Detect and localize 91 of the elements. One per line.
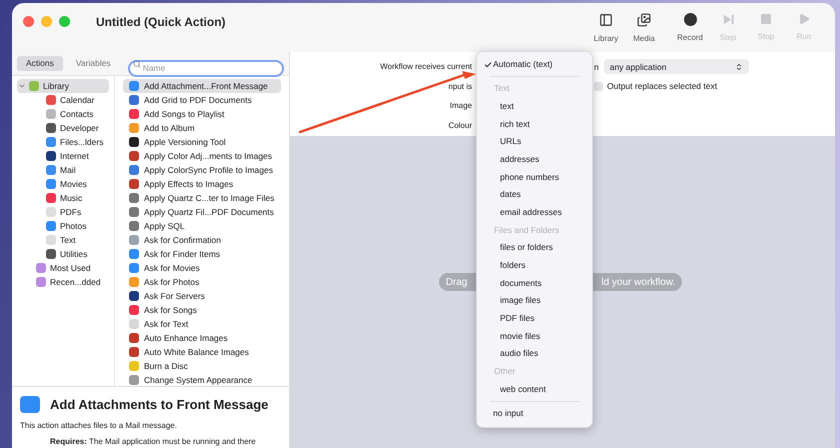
action-item[interactable]: Apple Versioning Tool	[123, 135, 281, 149]
sidebar-icon	[599, 13, 613, 27]
menu-item[interactable]: audio files	[482, 345, 587, 363]
menu-item[interactable]: addresses	[482, 150, 587, 168]
step-icon	[722, 13, 734, 26]
library-item[interactable]: Utilities	[17, 247, 109, 261]
action-item[interactable]: Ask for Movies	[123, 261, 281, 275]
action-item[interactable]: Ask for Confirmation	[123, 233, 281, 247]
menu-section-label: Files and Folders	[493, 224, 560, 237]
action-item[interactable]: Change System Appearance	[123, 373, 281, 387]
run-icon	[798, 13, 810, 25]
action-item[interactable]: Ask for Photos	[123, 275, 281, 289]
action-item[interactable]: Auto White Balance Images	[123, 345, 281, 359]
updown-icon	[734, 62, 743, 71]
field-label: n	[594, 60, 599, 74]
application-select[interactable]: any application	[604, 59, 749, 74]
stop-icon	[760, 13, 772, 25]
menu-item[interactable]: email addresses	[482, 204, 587, 222]
checkbox-label: Output replaces selected text	[607, 80, 718, 93]
menu-item[interactable]: folders	[482, 256, 587, 274]
menu-item[interactable]: movie files	[482, 327, 587, 345]
menu-item[interactable]: rich text	[482, 115, 587, 133]
tab[interactable]: Actions	[17, 56, 63, 71]
action-item[interactable]: Add Attachment...Front Message	[123, 79, 281, 93]
description-title: Add Attachments to Front Message	[50, 396, 268, 414]
tab[interactable]: Variables	[66, 56, 120, 71]
action-item[interactable]: Ask for Songs	[123, 303, 281, 317]
menu-item[interactable]: Automatic (text)	[482, 56, 587, 74]
action-item[interactable]: Ask for Finder Items	[123, 247, 281, 261]
action-item[interactable]: Auto Enhance Images	[123, 331, 281, 345]
checkbox[interactable]	[594, 82, 603, 92]
library-item[interactable]: Photos	[17, 219, 109, 233]
action-item[interactable]: Apply Quartz Fil...PDF Documents	[123, 205, 281, 219]
hint-text: ld your workflow.	[601, 276, 676, 290]
library-item[interactable]: Mail	[17, 163, 109, 177]
window-title: Untitled (Quick Action)	[96, 14, 226, 31]
action-item[interactable]: Ask for Text	[123, 317, 281, 331]
action-item[interactable]: Apply ColorSync Profile to Images	[123, 163, 281, 177]
library-item[interactable]: PDFs	[17, 205, 109, 219]
library-item[interactable]: Text	[17, 233, 109, 247]
menu-item[interactable]: phone numbers	[482, 168, 587, 186]
hint-text: Drag	[446, 276, 468, 290]
action-item[interactable]: Apply Effects to Images	[123, 177, 281, 191]
menu-item[interactable]: image files	[482, 292, 587, 310]
library-item[interactable]: Developer	[17, 121, 109, 135]
library-item[interactable]: Files...lders	[17, 135, 109, 149]
library-item[interactable]: Music	[17, 191, 109, 205]
menu-section-label: Other	[493, 365, 516, 378]
menu-item[interactable]: PDF files	[482, 310, 587, 328]
zoom-button[interactable]	[59, 16, 70, 27]
field-label: Image	[450, 100, 472, 112]
library-item[interactable]: Most Used	[17, 261, 109, 275]
search-field[interactable]: Name	[128, 60, 284, 76]
library-item[interactable]: Library	[17, 79, 109, 93]
field-label: Colour	[448, 120, 472, 132]
action-item[interactable]: Apply Quartz C...ter to Image Files	[123, 191, 281, 205]
library-item[interactable]: Calendar	[17, 93, 109, 107]
menu-item[interactable]: dates	[482, 186, 587, 204]
menu-item[interactable]: web content	[482, 380, 587, 398]
close-button[interactable]	[23, 16, 34, 27]
library-item[interactable]: Contacts	[17, 107, 109, 121]
toolbar-button[interactable]: Library	[587, 13, 625, 45]
action-item[interactable]: Ask For Servers	[123, 289, 281, 303]
library-item[interactable]: Movies	[17, 177, 109, 191]
menu-item[interactable]: text	[482, 97, 587, 116]
action-item[interactable]: Apply SQL	[123, 219, 281, 233]
action-item[interactable]: Burn a Disc	[123, 359, 281, 373]
library-item[interactable]: Recen...dded	[17, 275, 109, 289]
menu-item[interactable]: documents	[482, 274, 587, 292]
photos-icon	[637, 13, 651, 27]
menu-section-label: Text	[493, 82, 511, 96]
description-text: This action attaches files to a Mail message.	[20, 420, 178, 432]
menu-item[interactable]: URLs	[482, 132, 587, 150]
toolbar-button[interactable]: Record	[671, 13, 709, 45]
menu-item[interactable]: no input	[482, 404, 587, 422]
action-item[interactable]: Add to Album	[123, 121, 281, 135]
search-icon	[132, 60, 141, 68]
minimize-button[interactable]	[41, 16, 52, 27]
action-item[interactable]: Apply Color Adj...ments to Images	[123, 149, 281, 163]
toolbar-button[interactable]: Media	[625, 13, 663, 45]
action-item[interactable]: Add Grid to PDF Documents	[123, 93, 281, 107]
action-item[interactable]: Add Songs to Playlist	[123, 107, 281, 121]
library-icon	[29, 81, 39, 91]
mail-icon	[20, 396, 40, 414]
chevron-icon[interactable]	[18, 82, 26, 90]
field-label: nput is	[448, 80, 472, 93]
requirements-text: Requires: The Mail application must be running and there	[49, 436, 257, 448]
menu-item[interactable]: files or folders	[482, 238, 587, 257]
library-item[interactable]: Internet	[17, 149, 109, 163]
record-icon	[684, 13, 696, 26]
field-label: Workflow receives current	[380, 60, 472, 73]
